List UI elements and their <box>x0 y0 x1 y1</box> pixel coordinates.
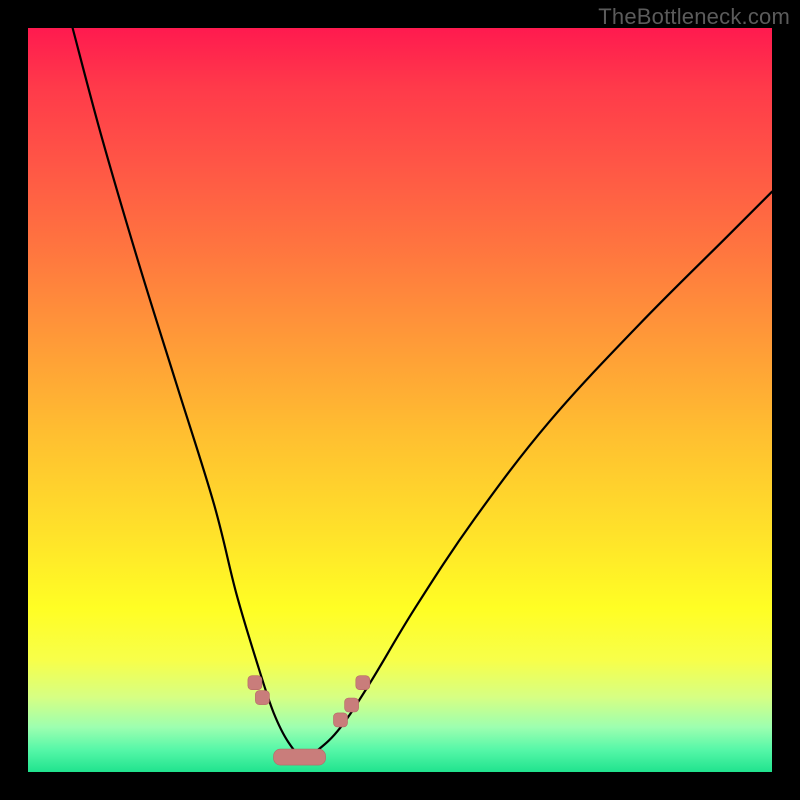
chart-frame: TheBottleneck.com <box>0 0 800 800</box>
chart-svg <box>28 28 772 772</box>
chart-plot-area <box>28 28 772 772</box>
bottleneck-curve <box>73 28 772 757</box>
curve-marker <box>334 713 348 727</box>
curve-marker <box>356 676 370 690</box>
watermark-text: TheBottleneck.com <box>598 4 790 30</box>
curve-marker <box>248 676 262 690</box>
curve-marker <box>345 698 359 712</box>
curve-marker <box>255 691 269 705</box>
curve-marker-bar <box>274 749 326 765</box>
